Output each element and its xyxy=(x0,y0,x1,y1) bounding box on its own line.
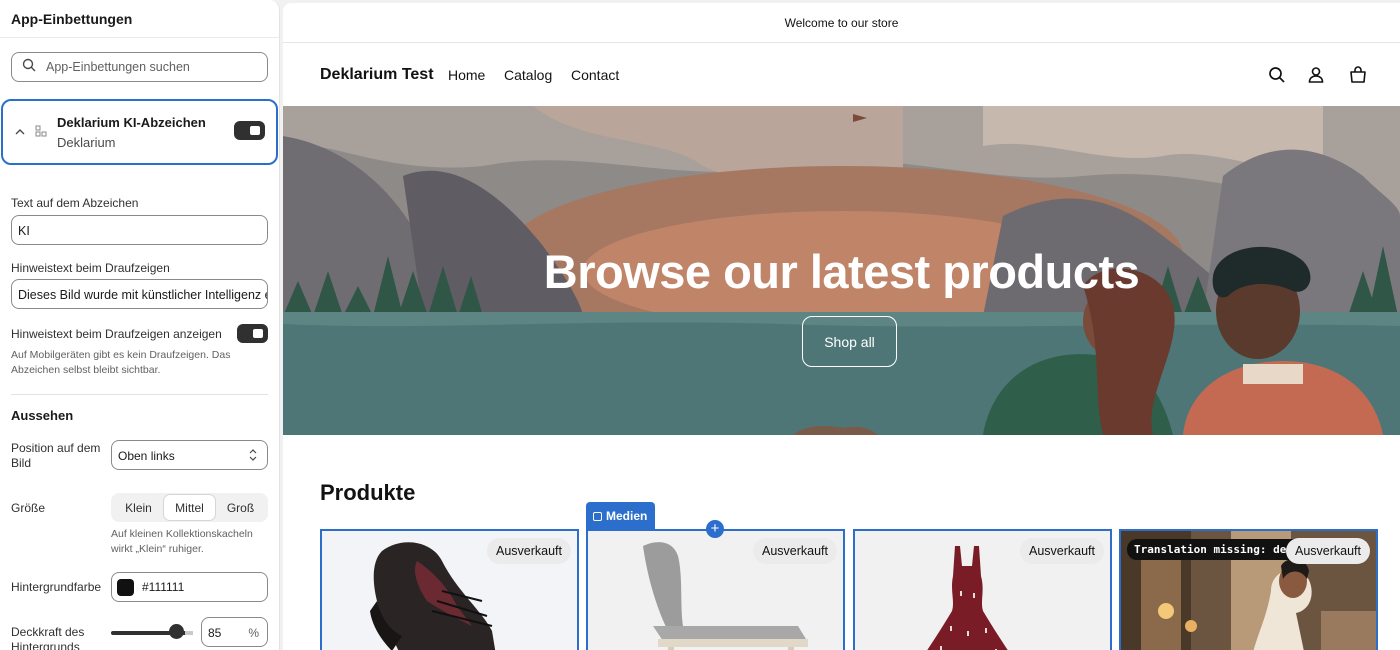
product-card[interactable]: Ausverkauft xyxy=(853,529,1112,650)
select-arrows-icon xyxy=(249,449,257,461)
hero-title: Browse our latest products xyxy=(543,245,1140,298)
cart-icon[interactable] xyxy=(1348,65,1368,85)
color-swatch[interactable] xyxy=(117,578,134,596)
show-hover-label: Hinweistext beim Draufzeigen anzeigen xyxy=(11,327,222,341)
block-enabled-toggle[interactable] xyxy=(234,121,265,140)
position-value: Oben links xyxy=(118,449,175,463)
divider xyxy=(11,394,268,395)
search-placeholder: App-Einbettungen suchen xyxy=(46,60,190,74)
search-icon xyxy=(22,58,36,77)
size-help: Auf kleinen Kollektionskacheln wirkt „Kl… xyxy=(111,528,253,555)
show-hover-toggle[interactable] xyxy=(237,324,268,343)
theme-editor: App-Einbettungen App-Einbettungen suchen… xyxy=(0,0,1400,650)
opacity-slider-handle[interactable] xyxy=(169,624,184,639)
app-embed-block[interactable]: Deklarium KI-Abzeichen Deklarium xyxy=(1,99,278,165)
position-label: Position auf dem Bild xyxy=(11,441,101,470)
products-heading: Produkte xyxy=(320,480,416,505)
account-icon[interactable] xyxy=(1306,65,1326,85)
bg-color-picker[interactable]: #111111 xyxy=(111,572,268,602)
size-option-small[interactable]: Klein xyxy=(113,495,164,520)
app-block-icon xyxy=(35,125,47,137)
opacity-value: 85 xyxy=(208,626,222,640)
search-input[interactable]: App-Einbettungen suchen xyxy=(11,52,268,82)
add-block-button[interactable]: + xyxy=(706,520,724,538)
sidebar-title: App-Einbettungen xyxy=(0,0,279,38)
hover-text-field[interactable]: Dieses Bild wurde mit künstlicher Intell… xyxy=(11,279,268,309)
sold-out-badge: Ausverkauft xyxy=(486,538,571,564)
header-nav: Deklarium Test Home Catalog Contact xyxy=(283,43,1400,106)
sold-out-badge: Ausverkauft xyxy=(1019,538,1104,564)
size-label: Größe xyxy=(11,501,46,515)
product-card[interactable]: Ausverkauft xyxy=(320,529,579,650)
size-option-medium[interactable]: Mittel xyxy=(164,495,215,520)
nav-contact[interactable]: Contact xyxy=(571,67,619,83)
bg-opacity-label: Deckkraft des Hintergrunds xyxy=(11,625,85,650)
announcement-bar: Welcome to our store xyxy=(283,3,1400,43)
badge-text-label: Text auf dem Abzeichen xyxy=(11,196,139,210)
media-icon xyxy=(593,512,602,521)
size-segmented-control: Klein Mittel Groß xyxy=(111,493,268,522)
opacity-input[interactable]: 85 % xyxy=(201,617,268,647)
nav-home[interactable]: Home xyxy=(448,67,485,83)
block-app-name: Deklarium xyxy=(57,135,116,150)
chevron-up-icon[interactable] xyxy=(13,125,27,139)
size-option-large[interactable]: Groß xyxy=(215,495,266,520)
hero-banner: Browse our latest products Shop all xyxy=(283,106,1400,435)
nav-catalog[interactable]: Catalog xyxy=(504,67,552,83)
app-embeds-sidebar: App-Einbettungen App-Einbettungen suchen… xyxy=(0,0,280,650)
hover-text-label: Hinweistext beim Draufzeigen xyxy=(11,261,170,275)
store-logo[interactable]: Deklarium Test xyxy=(320,66,434,84)
block-name: Deklarium KI-Abzeichen xyxy=(57,115,206,130)
appearance-heading: Aussehen xyxy=(11,408,74,423)
bg-color-value: #111111 xyxy=(142,580,185,594)
product-card[interactable]: Ausverkauft xyxy=(586,529,845,650)
sold-out-badge: Ausverkauft xyxy=(752,538,837,564)
medien-label-text: Medien xyxy=(606,509,648,523)
store-preview: Welcome to our store Deklarium Test Home… xyxy=(283,3,1400,650)
search-icon[interactable] xyxy=(1267,65,1287,85)
position-select[interactable]: Oben links xyxy=(111,440,268,470)
bg-color-label: Hintergrundfarbe xyxy=(11,580,102,594)
sold-out-badge: Ausverkauft xyxy=(1285,538,1370,564)
medien-block-label[interactable]: Medien xyxy=(586,502,655,529)
show-hover-help: Auf Mobilgeräten gibt es kein Draufzeige… xyxy=(11,349,231,376)
shop-all-button[interactable]: Shop all xyxy=(802,316,897,367)
opacity-unit: % xyxy=(248,626,259,640)
badge-text-field[interactable]: KI xyxy=(11,215,268,245)
product-card[interactable]: Translation missing: de.KI Ausverkauft xyxy=(1119,529,1378,650)
